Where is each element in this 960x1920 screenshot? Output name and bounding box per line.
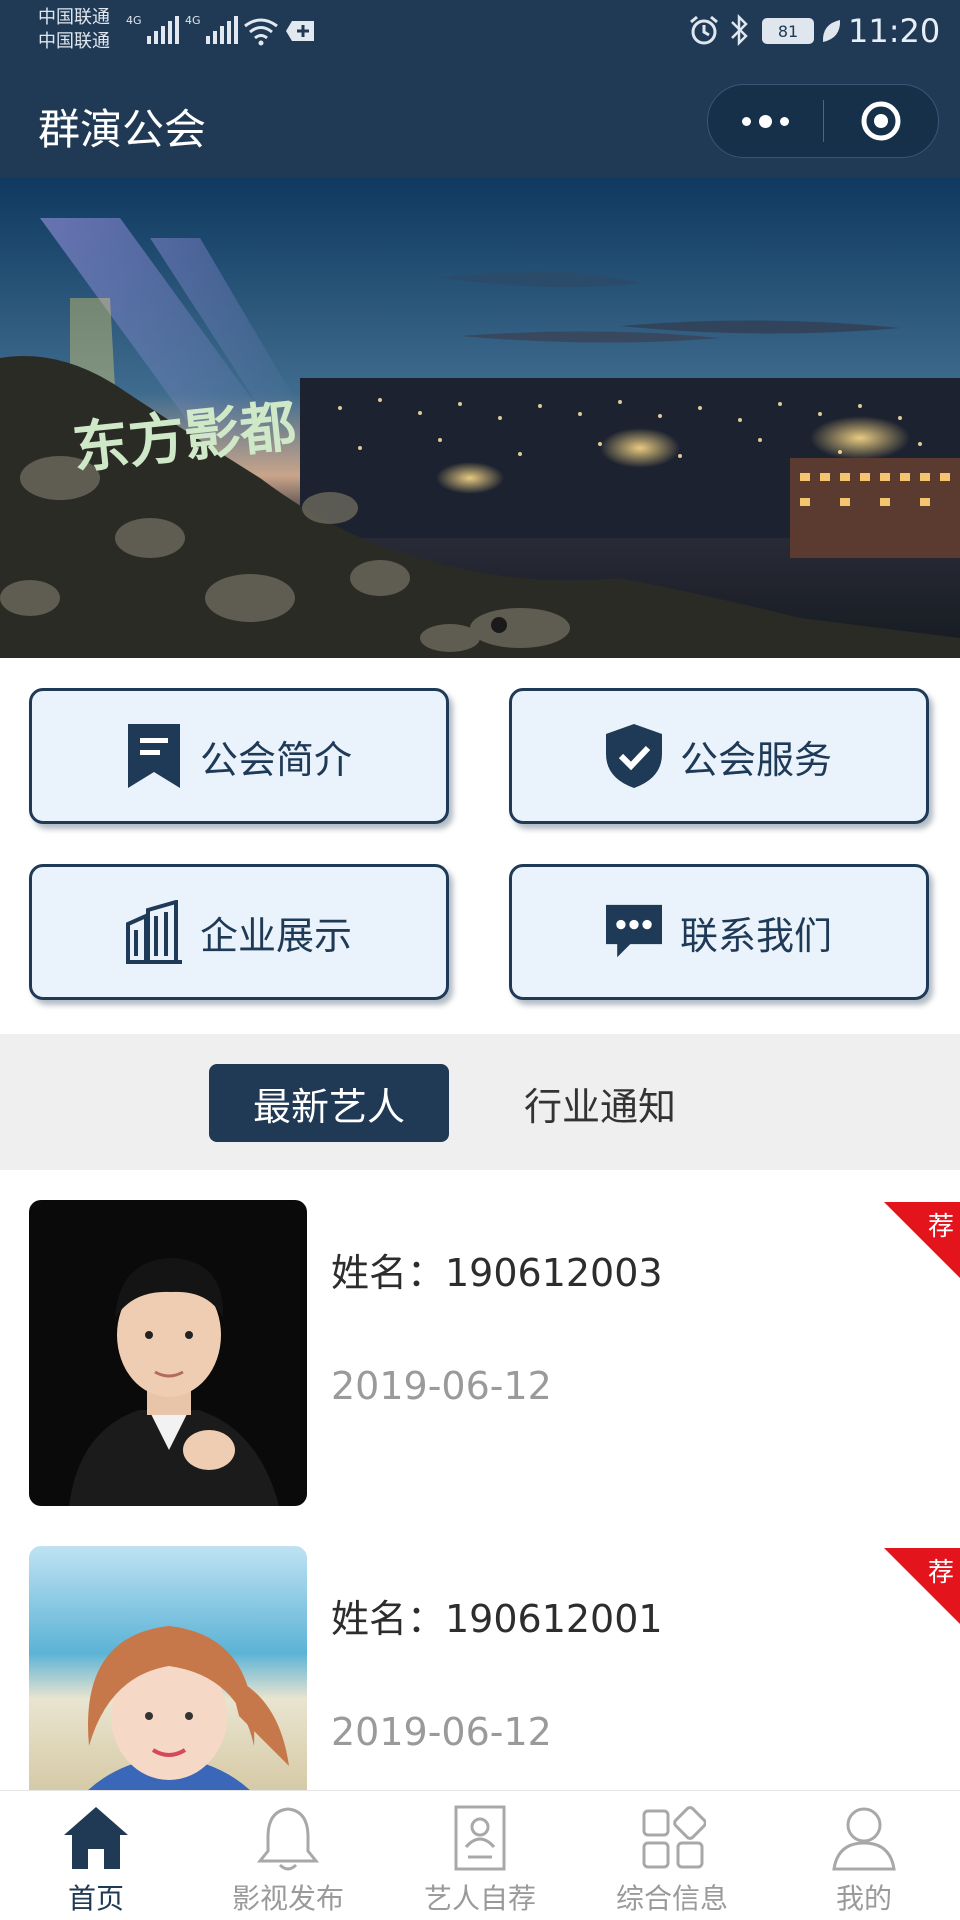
- tab-latest-artists[interactable]: 最新艺人: [209, 1064, 449, 1142]
- power-saving-leaf-icon: [822, 20, 841, 42]
- data-saver-icon: [286, 21, 314, 41]
- bell-icon: [256, 1807, 320, 1871]
- nav-film-release-label: 影视发布: [231, 1882, 344, 1915]
- company-showcase-label: 企业展示: [199, 913, 352, 958]
- more-dot-icon: [741, 116, 751, 126]
- signal-label-2: 4G: [185, 14, 201, 27]
- target-circle-icon: [861, 101, 901, 141]
- tab-industry-notice[interactable]: 行业通知: [490, 1064, 710, 1142]
- home-icon: [64, 1807, 128, 1869]
- user-icon: [832, 1807, 896, 1871]
- recommended-badge: 荐: [884, 1548, 960, 1624]
- nav-general-info-label: 综合信息: [615, 1882, 728, 1915]
- id-card-icon: [454, 1805, 506, 1871]
- top-bar: 中国联通 中国联通 4G 4G 81 11:20 群演公会: [0, 0, 960, 178]
- chat-bubble-icon: [605, 900, 662, 964]
- carrier-1: 中国联通: [38, 7, 110, 28]
- recommended-badge-label: 荐: [927, 1558, 954, 1588]
- alarm-icon: [690, 15, 718, 45]
- guild-intro-label: 公会简介: [199, 737, 352, 782]
- artist-name: 姓名：190612003: [331, 1251, 663, 1295]
- guild-intro-button[interactable]: 公会简介: [29, 688, 449, 824]
- more-dot-icon: [758, 114, 772, 128]
- nav-film-release[interactable]: 影视发布: [192, 1791, 384, 1920]
- close-mini-program-button[interactable]: [824, 85, 939, 157]
- bluetooth-icon: [731, 13, 748, 47]
- signal-icon: 4G: [126, 14, 179, 44]
- recommended-badge: 荐: [884, 1202, 960, 1278]
- status-bar: 中国联通 中国联通 4G 4G 81 11:20: [0, 0, 960, 64]
- bottom-nav: 首页 影视发布 艺人自荐 综合信息 我的: [0, 1790, 960, 1920]
- artist-photo: [29, 1546, 307, 1790]
- carrier-labels: 中国联通 中国联通: [38, 6, 110, 54]
- hero-banner[interactable]: 东方影都: [0, 178, 960, 658]
- nav-artist-self-recommend[interactable]: 艺人自荐: [384, 1791, 576, 1920]
- nav-home-label: 首页: [67, 1882, 124, 1915]
- nav-mine[interactable]: 我的: [768, 1791, 960, 1920]
- banner-image: 东方影都: [0, 178, 960, 658]
- guild-service-label: 公会服务: [679, 737, 832, 782]
- signal-label-1: 4G: [126, 14, 142, 27]
- list-item[interactable]: 姓名：190612001 2019-06-12 荐: [0, 1516, 960, 1790]
- quick-menu: 公会简介 公会服务 企业展示 联系我们: [0, 658, 960, 1034]
- artist-date: 2019-06-12: [331, 1710, 552, 1754]
- guild-service-button[interactable]: 公会服务: [509, 688, 929, 824]
- status-time: 11:20: [848, 12, 941, 50]
- contact-us-label: 联系我们: [679, 913, 832, 958]
- grid-icon: [642, 1806, 706, 1869]
- nav-mine-label: 我的: [835, 1882, 892, 1915]
- nav-home[interactable]: 首页: [0, 1791, 192, 1920]
- list-item[interactable]: 姓名：190612003 2019-06-12 荐: [0, 1170, 960, 1506]
- artist-name: 姓名：190612001: [331, 1597, 663, 1641]
- artist-date: 2019-06-12: [331, 1364, 552, 1408]
- carrier-2: 中国联通: [38, 31, 110, 52]
- content-tabs: 最新艺人 行业通知: [0, 1034, 960, 1170]
- carousel-indicator[interactable]: [491, 617, 507, 633]
- signal-icon-2: 4G: [185, 14, 238, 44]
- battery-icon: 81: [762, 18, 814, 44]
- artist-photo: [29, 1200, 307, 1506]
- recommended-badge-label: 荐: [927, 1212, 954, 1242]
- nav-artist-self-recommend-label: 艺人自荐: [423, 1882, 536, 1915]
- page-title: 群演公会: [38, 105, 207, 154]
- shield-check-icon: [605, 724, 662, 788]
- building-icon: [125, 900, 182, 964]
- contact-us-button[interactable]: 联系我们: [509, 864, 929, 1000]
- bookmark-icon: [126, 724, 182, 788]
- company-showcase-button[interactable]: 企业展示: [29, 864, 449, 1000]
- nav-general-info[interactable]: 综合信息: [576, 1791, 768, 1920]
- more-dot-icon: [779, 116, 789, 126]
- artist-list: 姓名：190612003 2019-06-12 荐 姓名：190612001 2…: [0, 1170, 960, 1790]
- wifi-icon: [244, 18, 278, 46]
- mini-program-capsule: [707, 84, 939, 158]
- more-button[interactable]: [708, 85, 823, 157]
